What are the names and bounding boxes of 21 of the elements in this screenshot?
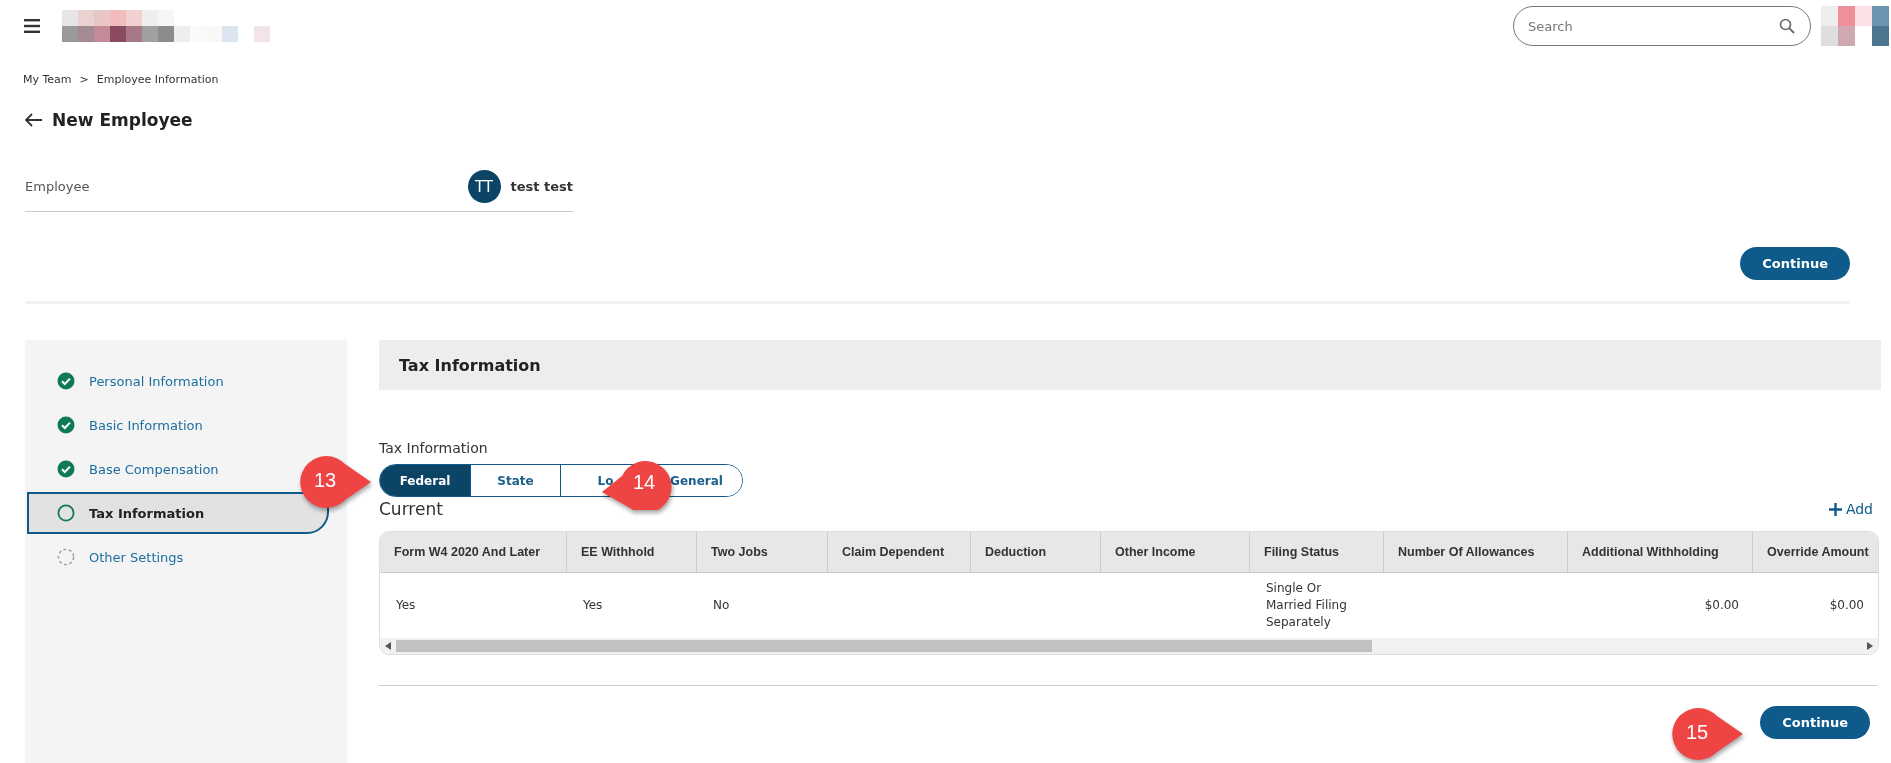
- step-label: Other Settings: [89, 549, 184, 565]
- page-title: New Employee: [52, 110, 193, 130]
- step-label: Tax Information: [89, 505, 205, 521]
- section-header: Tax Information: [379, 340, 1881, 390]
- table-cell: Yes: [583, 597, 603, 614]
- callout-tooltip: 13: [299, 456, 373, 508]
- table-cell: $0.00: [1704, 597, 1739, 614]
- callout-tooltip: 15: [1671, 708, 1745, 760]
- field-label: Employee: [25, 179, 90, 194]
- step-label: Personal Information: [89, 373, 224, 389]
- avatar-initials: TT: [467, 170, 501, 203]
- section-subtitle: Current: [379, 499, 443, 519]
- tabs-label: Tax Information: [379, 440, 489, 456]
- table-cell: No: [713, 597, 730, 614]
- table-cell: Yes: [396, 597, 416, 614]
- employee-name: test test: [510, 179, 573, 194]
- table-cell: $0.00: [1829, 597, 1864, 614]
- step-label: Basic Information: [89, 417, 203, 433]
- table-cell-text: Single Or Married Filing Separately: [1266, 580, 1348, 631]
- breadcrumb-separator: >: [79, 73, 89, 86]
- step-label: Base Compensation: [89, 461, 219, 477]
